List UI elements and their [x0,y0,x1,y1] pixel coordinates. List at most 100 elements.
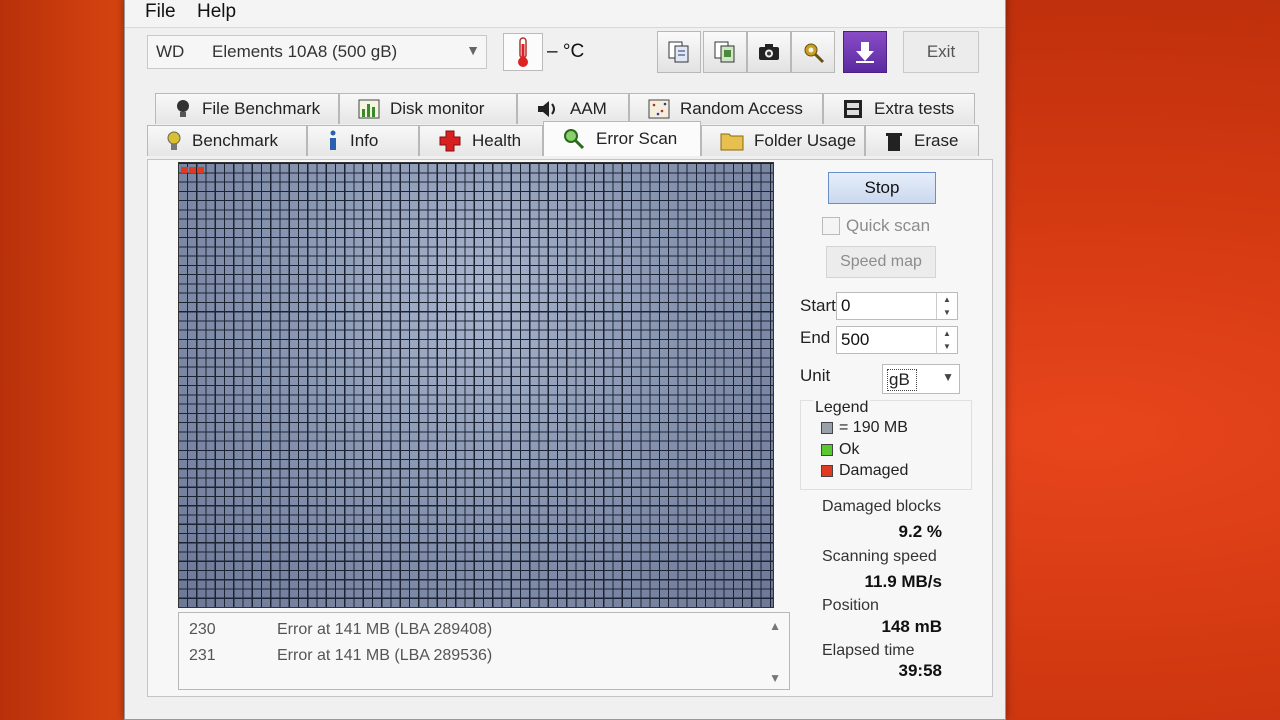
tab-extra-tests[interactable]: Extra tests [823,93,975,124]
tab-aam[interactable]: AAM [517,93,629,124]
legend-title: Legend [813,399,871,417]
tab-label: Erase [914,131,959,150]
menu-file[interactable]: File [145,1,176,23]
legend-damaged-text: Damaged [839,462,909,479]
checkbox-box [822,217,840,235]
scroll-up-icon[interactable]: ▲ [769,619,781,633]
options-button[interactable] [791,31,835,73]
tab-strip: File Benchmark Disk monitor AAM Random A… [147,93,987,161]
folder-icon [720,131,744,151]
tab-label: File Benchmark [202,99,321,118]
tab-health[interactable]: Health [419,125,543,156]
random-access-icon [648,99,670,119]
ok-swatch [821,444,833,456]
chevron-down-icon: ▼ [466,42,480,58]
wrench-gear-icon [804,43,825,64]
start-spinner[interactable]: ▲ ▼ [936,293,957,319]
tab-random-access[interactable]: Random Access [629,93,823,124]
damaged-block [189,167,196,173]
error-scan-panel: 230 Error at 141 MB (LBA 289408) 231 Err… [147,159,993,697]
start-label: Start [800,296,836,315]
legend-block-size-text: = 190 MB [839,419,908,436]
screenshot-button[interactable] [747,31,791,73]
drive-model: Elements 10A8 (500 gB) [212,42,398,61]
tab-label: Health [472,131,522,150]
legend-ok-text: Ok [839,441,860,458]
scan-block-map [178,162,774,608]
error-log[interactable]: 230 Error at 141 MB (LBA 289408) 231 Err… [178,612,790,690]
quick-scan-checkbox[interactable]: Quick scan [822,216,930,236]
speaker-icon [536,98,560,120]
position-value: 148 mB [881,617,942,636]
log-message: Error at 141 MB (LBA 289536) [277,647,493,664]
tab-folder-usage[interactable]: Folder Usage [701,125,865,156]
copy-text-button[interactable] [657,31,701,73]
elapsed-time-label: Elapsed time [822,642,915,659]
elapsed-time-value: 39:58 [898,661,942,680]
drive-select[interactable]: WD Elements 10A8 (500 gB) ▼ [147,35,487,69]
tab-file-benchmark[interactable]: File Benchmark [155,93,339,124]
tab-label: AAM [570,99,607,118]
quick-scan-label: Quick scan [846,216,931,235]
tab-label: Benchmark [192,131,278,150]
log-number: 230 [189,621,216,638]
log-row: 230 Error at 141 MB (LBA 289408) [189,621,749,643]
camera-icon [759,44,779,60]
unit-value: gB [887,369,917,391]
tab-disk-monitor[interactable]: Disk monitor [339,93,517,124]
thermometer-icon [503,33,543,71]
legend-block-size: = 190 MB [821,419,908,437]
log-message: Error at 141 MB (LBA 289408) [277,621,493,638]
tab-label: Error Scan [596,129,678,148]
damaged-block [181,167,188,173]
tab-label: Folder Usage [754,131,857,150]
tab-benchmark[interactable]: Benchmark [147,125,307,156]
scroll-down-icon[interactable]: ▼ [769,671,781,685]
exit-button[interactable]: Exit [903,31,979,73]
info-icon [326,130,340,152]
end-spinner[interactable]: ▲ ▼ [936,327,957,353]
stop-button[interactable]: Stop [828,172,936,204]
tab-label: Info [350,131,379,150]
lightbulb-icon [166,130,182,152]
tab-label: Random Access [680,99,803,118]
save-download-button[interactable] [843,31,887,73]
block-swatch [821,422,833,434]
lightbulb-icon [174,98,192,120]
tab-erase[interactable]: Erase [865,125,979,156]
start-value: 0 [841,296,851,315]
toolbar: WD Elements 10A8 (500 gB) ▼ – °C Exit [125,29,1005,85]
tab-error-scan[interactable]: Error Scan [543,121,701,156]
bar-chart-icon [358,99,380,119]
end-label: End [800,328,831,347]
damaged-blocks-label: Damaged blocks [822,498,942,515]
tab-label: Disk monitor [390,99,485,118]
drive-vendor: WD [156,42,185,61]
log-number: 231 [189,647,216,664]
damaged-block [197,167,204,173]
copy-image-button[interactable] [703,31,747,73]
scanning-speed-label: Scanning speed [822,548,937,565]
menu-bar: File Help [125,0,1005,28]
position-label: Position [822,597,879,614]
speed-map-button[interactable]: Speed map [826,246,936,278]
legend-ok: Ok [821,441,859,459]
menu-help[interactable]: Help [197,1,236,23]
temperature-readout: – °C [547,41,585,62]
damaged-blocks-value: 9.2 % [898,522,942,541]
download-arrow-icon [856,42,874,63]
health-cross-icon [438,129,462,153]
chevron-down-icon: ▼ [942,370,954,384]
damaged-swatch [821,465,833,477]
tab-info[interactable]: Info [307,125,419,156]
unit-select[interactable]: gB ▼ [882,364,960,394]
copy-image-icon [714,41,735,63]
scan-controls: Stop Quick scan Speed map Start 0 ▲ ▼ End… [800,160,990,690]
start-input[interactable]: 0 ▲ ▼ [836,292,958,320]
scanning-speed-value: 11.9 MB/s [864,572,943,591]
legend-damaged: Damaged [821,462,908,480]
end-input[interactable]: 500 ▲ ▼ [836,326,958,354]
extra-tests-icon [842,98,864,120]
end-value: 500 [841,330,870,349]
legend-group: Legend = 190 MB Ok Damaged [800,399,972,490]
